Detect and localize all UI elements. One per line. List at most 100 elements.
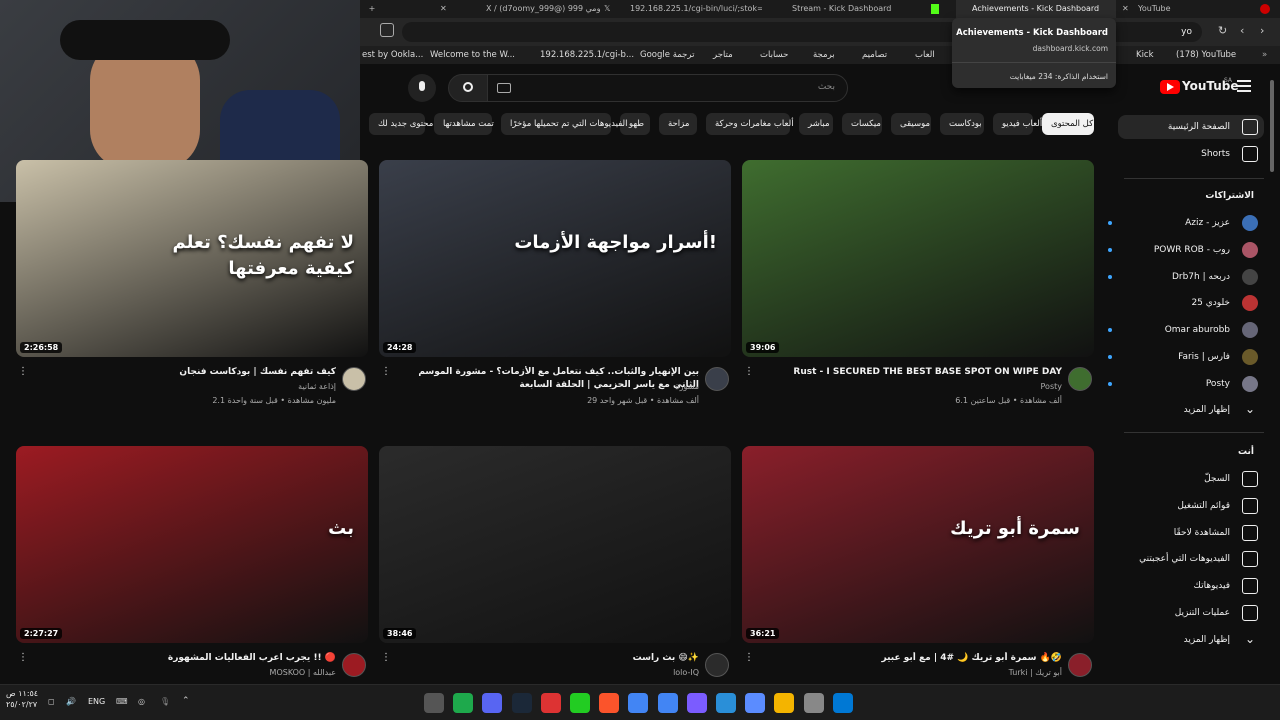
bookmark-folder-stores[interactable]: متاجر	[713, 48, 733, 62]
more-actions-icon[interactable]: ⋮	[18, 652, 28, 664]
tab-close-icon[interactable]: ✕	[440, 0, 454, 18]
channel-avatar[interactable]	[342, 367, 366, 391]
bookmark-kick[interactable]: Kick	[1136, 48, 1154, 62]
channel-name[interactable]: Turki | أبو تريك	[1009, 667, 1062, 679]
video-title[interactable]: بث راست 😄✨	[399, 652, 699, 665]
sidebar-sub-6[interactable]: Posty	[1108, 372, 1264, 396]
more-actions-icon[interactable]: ⋮	[744, 366, 754, 378]
bookmark-router[interactable]: 192.168.225.1/cgi-b...	[540, 48, 634, 62]
tab-close-icon[interactable]: ✕	[1122, 0, 1132, 18]
channel-name[interactable]: lolo-IQ	[673, 667, 699, 679]
tab-kick-achievements[interactable]: Achievements - Kick Dashboard	[956, 0, 1116, 18]
video-card[interactable]: 38:46 بث راست 😄✨ lolo-IQ ⋮	[379, 446, 731, 682]
sidebar-sub-1[interactable]: POWR ROB - روب	[1108, 238, 1264, 262]
video-title[interactable]: سمرة أبو تريك 🌙 #4 | مع أبو عبير 🔥🤣	[762, 652, 1062, 665]
discord-icon[interactable]	[482, 693, 503, 713]
more-actions-icon[interactable]: ⋮	[18, 366, 28, 378]
more-actions-icon[interactable]: ⋮	[381, 652, 391, 664]
video-card[interactable]: سمرة أبو تريك 36:21 سمرة أبو تريك 🌙 #4 | م…	[742, 446, 1094, 682]
notification-icon[interactable]: ◻	[48, 697, 55, 706]
channel-name[interactable]: MOSKOO | عبدالله	[270, 667, 336, 679]
winrar-icon[interactable]	[540, 693, 561, 713]
video-thumbnail[interactable]: 39:06	[742, 160, 1094, 357]
you-heading[interactable]: أنت	[1118, 440, 1264, 464]
sidebar-sub-3[interactable]: خلودي 25	[1118, 291, 1264, 315]
search-button[interactable]	[448, 74, 488, 102]
chip-0[interactable]: كل المحتوى	[1042, 113, 1094, 135]
mic-tray-icon[interactable]: 🎙	[160, 697, 170, 706]
sidebar-you-3[interactable]: الفيديوهات التي أعجبتني	[1118, 547, 1264, 571]
chip-5[interactable]: مباشر	[799, 113, 833, 135]
xbox-icon[interactable]	[570, 693, 590, 713]
bookmark-welcome[interactable]: Welcome to the W...	[430, 48, 515, 62]
sidebar-sub-5[interactable]: Faris | فارس	[1108, 345, 1264, 369]
video-thumbnail[interactable]: لا تفهم نفسك؟ تعلم كيفية معرفتها 2:26:58	[16, 160, 368, 357]
video-thumbnail[interactable]: بث 2:27:27	[16, 446, 368, 643]
sidebar-scrollbar[interactable]	[1270, 80, 1274, 172]
chip-11[interactable]: محتوى جديد لك	[369, 113, 433, 135]
channel-avatar[interactable]	[1068, 653, 1092, 677]
tab-router[interactable]: 192.168.225.1/cgi-bin/luci/;stok=592	[630, 0, 762, 18]
forward-icon[interactable]: ›	[1260, 24, 1264, 37]
sidebar-sub-2[interactable]: Drb7h | دربحه	[1108, 265, 1264, 289]
bookmark-folder-accounts[interactable]: حسابات	[760, 48, 788, 62]
video-card[interactable]: 39:06 Rust - I SECURED THE BEST BASE SPOT…	[742, 160, 1094, 428]
sidebar-sub-4[interactable]: Omar aburobb	[1108, 318, 1264, 342]
channel-avatar[interactable]	[342, 653, 366, 677]
window-icon[interactable]	[803, 693, 824, 713]
keyboard-icon[interactable]	[497, 83, 511, 93]
sidebar-you-5[interactable]: عمليات التنزيل	[1118, 601, 1264, 625]
channel-name[interactable]: Posty	[1041, 381, 1062, 393]
tray-chevron-icon[interactable]: ⌃	[182, 696, 190, 706]
subscriptions-heading[interactable]: الاشتراكات	[1118, 184, 1264, 208]
show-more-subs[interactable]: إظهار المزيد ⌄	[1118, 398, 1264, 422]
tab-kick-stream[interactable]: Stream - Kick Dashboard	[792, 0, 922, 18]
bookmark-folder-designs[interactable]: تصاميم	[862, 48, 887, 62]
chip-3[interactable]: موسيقى	[891, 113, 931, 135]
bookmark-translate[interactable]: Google ترجمة	[640, 48, 694, 62]
media-icon[interactable]	[716, 693, 736, 713]
more-bookmarks-icon[interactable]: »	[1262, 48, 1267, 62]
chip-7[interactable]: مزاحة	[659, 113, 697, 135]
video-title[interactable]: بين الإنهيار والثبات.. كيف نتعامل مع الأ…	[399, 366, 699, 392]
volume-icon[interactable]: 🔊	[66, 697, 76, 706]
chip-9[interactable]: الفيديوهات التي تم تحميلها مؤخرًا	[501, 113, 627, 135]
video-thumbnail[interactable]: سمرة أبو تريك 36:21	[742, 446, 1094, 643]
back-icon[interactable]: ‹	[1240, 24, 1244, 37]
network-icon[interactable]: ◎	[138, 697, 145, 706]
language-indicator[interactable]: ENG	[88, 697, 105, 706]
sidebar-item-shorts[interactable]: Shorts	[1118, 142, 1264, 166]
menu-icon[interactable]	[1237, 80, 1251, 92]
tab-x[interactable]: X / (d7oomy_999@) دحومي 999	[486, 0, 600, 18]
new-tab-button[interactable]: +	[362, 0, 382, 18]
video-thumbnail[interactable]: 38:46	[379, 446, 731, 643]
more-actions-icon[interactable]: ⋮	[744, 652, 754, 664]
channel-avatar[interactable]	[705, 653, 729, 677]
tab-youtube[interactable]: YouTube	[1116, 0, 1276, 18]
channel-name[interactable]: إذاعة ثمانية	[298, 381, 336, 393]
video-thumbnail[interactable]: أسرار مواجهة الأزمات! 24:28	[379, 160, 731, 357]
sidebar-sub-0[interactable]: Aziz - عزيز	[1108, 211, 1264, 235]
video-title[interactable]: Rust - I SECURED THE BEST BASE SPOT ON W…	[762, 366, 1062, 379]
chip-6[interactable]: ألعاب مغامرات وحركة	[706, 113, 794, 135]
bookmark-youtube[interactable]: (178) YouTube	[1176, 48, 1236, 62]
bookmark-folder-games[interactable]: العاب	[915, 48, 935, 62]
chrome-icon[interactable]	[628, 693, 649, 713]
channel-name[interactable]: مشورة	[675, 381, 699, 393]
sheets-icon[interactable]	[453, 693, 474, 713]
search-input[interactable]: بحث	[486, 74, 848, 102]
bookmark-ookla[interactable]: est by Ookla...	[362, 48, 423, 62]
channel-avatar[interactable]	[705, 367, 729, 391]
sidebar-item-home[interactable]: الصفحة الرئيسية	[1118, 115, 1264, 139]
voice-search-button[interactable]	[408, 74, 436, 102]
video-card[interactable]: لا تفهم نفسك؟ تعلم كيفية معرفتها 2:26:58 ك…	[16, 160, 368, 428]
more-actions-icon[interactable]: ⋮	[381, 366, 391, 378]
chip-10[interactable]: تمت مشاهدتها	[434, 113, 494, 135]
chrome-dev-icon[interactable]	[657, 693, 678, 713]
file-explorer-icon[interactable]	[774, 693, 795, 713]
brave-icon[interactable]	[599, 693, 620, 713]
obs-icon[interactable]	[424, 693, 444, 713]
sidebar-you-0[interactable]: السجلّ	[1118, 467, 1264, 491]
chip-2[interactable]: بودكاست	[940, 113, 984, 135]
keyboard-icon[interactable]: ⌨	[116, 697, 128, 706]
